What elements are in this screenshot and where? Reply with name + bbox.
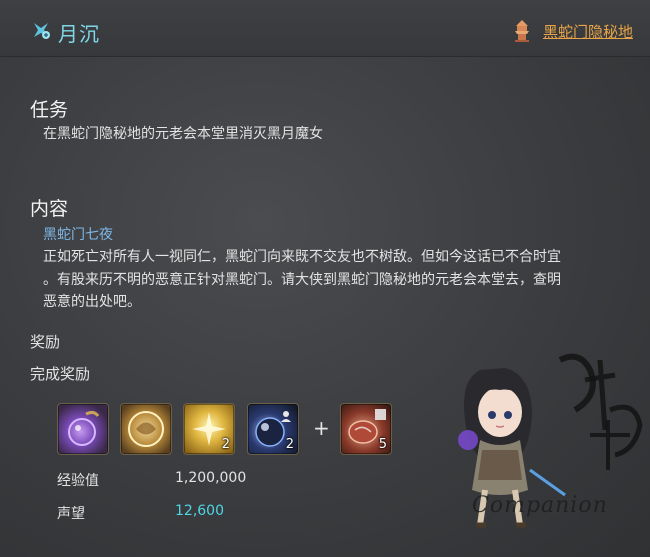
pagoda-icon xyxy=(515,20,529,42)
reputation-label: 声望 xyxy=(57,506,85,522)
reward-item-3[interactable]: 2 xyxy=(183,403,235,455)
quest-title: 月沉 xyxy=(58,22,100,46)
reward-plus: + xyxy=(313,416,330,440)
purple-orb-pouch-icon xyxy=(68,410,100,446)
reward-item-1[interactable] xyxy=(57,403,109,455)
item-count: 5 xyxy=(378,437,387,452)
reward-heading: 奖励 xyxy=(30,333,61,351)
content-heading: 内容 xyxy=(30,198,69,220)
reward-item-4[interactable]: 2 xyxy=(247,403,299,455)
item-count: 2 xyxy=(285,437,294,452)
golden-orb-icon xyxy=(128,411,164,447)
quest-star-icon xyxy=(34,23,50,39)
mission-heading: 任务 xyxy=(30,99,69,121)
watermark-text: Companion xyxy=(472,493,608,518)
exp-label: 经验值 xyxy=(57,473,99,489)
description-line: 正如死亡对所有人一视同仁，黑蛇门向来既不交友也不树敌。但如今这话已不合时宜 xyxy=(43,249,561,265)
reputation-value: 12,600 xyxy=(175,503,224,519)
content-description: 正如死亡对所有人一视同仁，黑蛇门向来既不交友也不树敌。但如今这话已不合时宜 。有… xyxy=(43,246,643,314)
exp-value: 1,200,000 xyxy=(175,470,247,486)
completion-reward-label: 完成奖励 xyxy=(30,365,91,383)
description-line: 。有股来历不明的恶意正针对黑蛇门。请大侠到黑蛇门隐秘地的元老会本堂去，查明 xyxy=(43,271,561,288)
item-count: 2 xyxy=(221,437,230,452)
content-subtitle: 黑蛇门七夜 xyxy=(43,227,113,243)
mission-objective: 在黑蛇门隐秘地的元老会本堂里消灭黑月魔女 xyxy=(43,126,323,142)
location-link[interactable]: 黑蛇门隐秘地 xyxy=(543,21,633,42)
description-line: 恶意的出处吧。 xyxy=(43,294,141,310)
companion-watermark-icon xyxy=(458,353,643,528)
reward-item-5[interactable]: 5 xyxy=(340,403,392,455)
reward-item-2[interactable] xyxy=(120,403,172,455)
quest-header: 月沉 黑蛇门隐秘地 xyxy=(0,0,650,57)
